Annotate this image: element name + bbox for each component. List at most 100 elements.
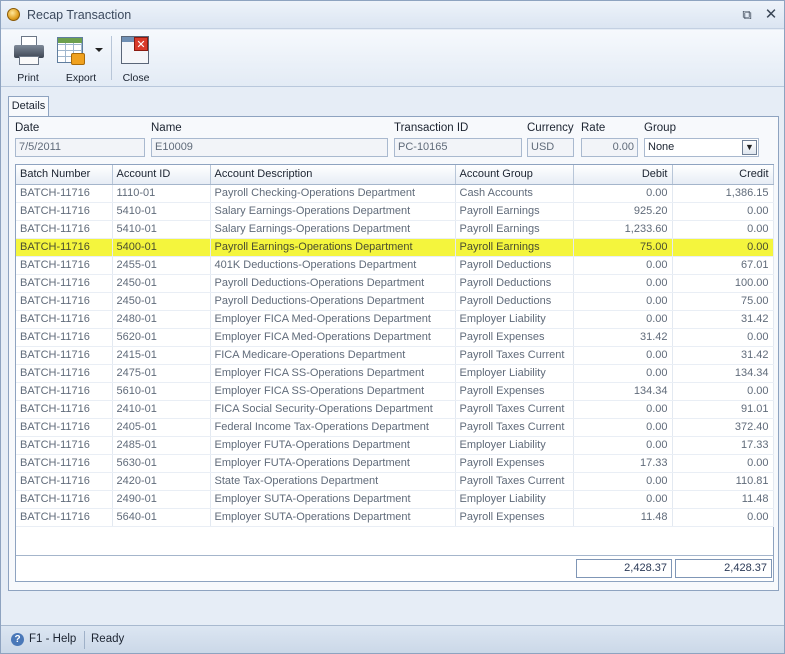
- table-row[interactable]: BATCH-11716 2410-01 FICA Social Security-O…: [16, 400, 774, 419]
- table-row[interactable]: BATCH-11716 5400-01 Payroll Earnings-Opera…: [16, 238, 774, 257]
- credit-cell: 0.00: [672, 238, 774, 257]
- currency-field[interactable]: USD: [527, 138, 574, 157]
- column-header-account-description[interactable]: Account Description: [210, 165, 456, 185]
- credit-cell: 17.33: [672, 436, 774, 455]
- debit-cell: 31.42: [573, 328, 673, 347]
- account-description-cell: Employer SUTA-Operations Department: [210, 490, 456, 509]
- account-id-cell: 5410-01: [112, 220, 211, 239]
- rate-field[interactable]: 0.00: [581, 138, 638, 157]
- table-row[interactable]: BATCH-11716 1110-01 Payroll Checking-Opera…: [16, 184, 774, 203]
- print-button[interactable]: Print: [7, 32, 49, 84]
- recap-table: Batch Number Account ID Account Descript…: [16, 165, 774, 527]
- name-field[interactable]: E10009: [151, 138, 388, 157]
- toolbar: Print Export ✕ Close: [1, 30, 784, 87]
- batch-number-cell: BATCH-11716: [16, 346, 113, 365]
- batch-number-cell: BATCH-11716: [16, 220, 113, 239]
- total-debit: 2,428.37: [576, 559, 672, 578]
- date-field[interactable]: 7/5/2011: [15, 138, 145, 157]
- account-id-cell: 2450-01: [112, 274, 211, 293]
- status-divider: [84, 631, 85, 649]
- tab-details[interactable]: Details: [8, 96, 49, 117]
- account-group-cell: Employer Liability: [455, 310, 574, 329]
- account-description-cell: Employer FUTA-Operations Department: [210, 436, 456, 455]
- close-button[interactable]: ✕ Close: [115, 32, 157, 84]
- close-window-icon[interactable]: ✕: [762, 6, 780, 24]
- debit-cell: 11.48: [573, 508, 673, 527]
- restore-icon[interactable]: ⧉: [738, 6, 756, 24]
- group-select-value: None: [648, 141, 675, 153]
- table-row[interactable]: BATCH-11716 5630-01 Employer FUTA-Operatio…: [16, 454, 774, 473]
- table-row[interactable]: BATCH-11716 2450-01 Payroll Deductions-Ope…: [16, 274, 774, 293]
- account-id-cell: 2490-01: [112, 490, 211, 509]
- name-label: Name: [151, 122, 182, 134]
- debit-cell: 0.00: [573, 184, 673, 203]
- column-header-credit[interactable]: Credit: [672, 165, 774, 185]
- table-row[interactable]: BATCH-11716 2490-01 Employer SUTA-Operatio…: [16, 490, 774, 509]
- batch-number-cell: BATCH-11716: [16, 472, 113, 491]
- table-row[interactable]: BATCH-11716 2450-01 Payroll Deductions-Ope…: [16, 292, 774, 311]
- account-id-cell: 2485-01: [112, 436, 211, 455]
- account-description-cell: Payroll Deductions-Operations Department: [210, 292, 456, 311]
- column-header-account-group[interactable]: Account Group: [455, 165, 574, 185]
- total-credit: 2,428.37: [675, 559, 772, 578]
- credit-cell: 110.81: [672, 472, 774, 491]
- account-id-cell: 1110-01: [112, 184, 211, 203]
- table-row[interactable]: BATCH-11716 2480-01 Employer FICA Med-Oper…: [16, 310, 774, 329]
- debit-cell: 0.00: [573, 400, 673, 419]
- group-label: Group: [644, 122, 676, 134]
- account-id-cell: 2410-01: [112, 400, 211, 419]
- batch-number-cell: BATCH-11716: [16, 508, 113, 527]
- transaction-id-field[interactable]: PC-10165: [394, 138, 522, 157]
- window-title: Recap Transaction: [27, 8, 132, 22]
- account-id-cell: 2415-01: [112, 346, 211, 365]
- table-row[interactable]: BATCH-11716 2455-01 401K Deductions-Operat…: [16, 256, 774, 275]
- account-description-cell: Payroll Deductions-Operations Department: [210, 274, 456, 293]
- table-row[interactable]: BATCH-11716 5640-01 Employer SUTA-Operatio…: [16, 508, 774, 527]
- account-description-cell: Employer SUTA-Operations Department: [210, 508, 456, 527]
- table-row[interactable]: BATCH-11716 2405-01 Federal Income Tax-Ope…: [16, 418, 774, 437]
- export-button[interactable]: Export: [53, 32, 109, 84]
- account-group-cell: Payroll Earnings: [455, 202, 574, 221]
- account-description-cell: Employer FICA SS-Operations Department: [210, 364, 456, 383]
- account-group-cell: Payroll Expenses: [455, 508, 574, 527]
- table-row[interactable]: BATCH-11716 2415-01 FICA Medicare-Operatio…: [16, 346, 774, 365]
- account-group-cell: Employer Liability: [455, 436, 574, 455]
- recap-grid[interactable]: Batch Number Account ID Account Descript…: [15, 164, 774, 582]
- column-header-debit[interactable]: Debit: [573, 165, 673, 185]
- help-label[interactable]: F1 - Help: [29, 633, 76, 645]
- account-group-cell: Payroll Expenses: [455, 382, 574, 401]
- table-row[interactable]: BATCH-11716 5410-01 Salary Earnings-Operat…: [16, 220, 774, 239]
- table-row[interactable]: BATCH-11716 2420-01 State Tax-Operations D…: [16, 472, 774, 491]
- credit-cell: 91.01: [672, 400, 774, 419]
- table-row[interactable]: BATCH-11716 2475-01 Employer FICA SS-Opera…: [16, 364, 774, 383]
- batch-number-cell: BATCH-11716: [16, 454, 113, 473]
- group-select[interactable]: None ▼: [644, 138, 759, 157]
- account-id-cell: 2480-01: [112, 310, 211, 329]
- credit-cell: 1,386.15: [672, 184, 774, 203]
- credit-cell: 0.00: [672, 202, 774, 221]
- batch-number-cell: BATCH-11716: [16, 382, 113, 401]
- account-description-cell: FICA Medicare-Operations Department: [210, 346, 456, 365]
- column-header-batch-number[interactable]: Batch Number: [16, 165, 113, 185]
- help-icon[interactable]: ?: [11, 633, 24, 646]
- debit-cell: 0.00: [573, 490, 673, 509]
- batch-number-cell: BATCH-11716: [16, 274, 113, 293]
- table-row[interactable]: BATCH-11716 5610-01 Employer FICA SS-Opera…: [16, 382, 774, 401]
- export-label: Export: [65, 72, 97, 84]
- table-row[interactable]: BATCH-11716 5410-01 Salary Earnings-Operat…: [16, 202, 774, 221]
- account-id-cell: 2475-01: [112, 364, 211, 383]
- account-group-cell: Payroll Taxes Current: [455, 418, 574, 437]
- account-group-cell: Payroll Expenses: [455, 454, 574, 473]
- table-row[interactable]: BATCH-11716 2485-01 Employer FUTA-Operatio…: [16, 436, 774, 455]
- title-bar: Recap Transaction ⧉ ✕: [1, 1, 784, 29]
- debit-cell: 0.00: [573, 364, 673, 383]
- chevron-down-icon[interactable]: [95, 48, 103, 52]
- rate-label: Rate: [581, 122, 606, 134]
- column-header-account-id[interactable]: Account ID: [112, 165, 211, 185]
- account-group-cell: Payroll Deductions: [455, 274, 574, 293]
- account-description-cell: Salary Earnings-Operations Department: [210, 220, 456, 239]
- account-group-cell: Cash Accounts: [455, 184, 574, 203]
- debit-cell: 0.00: [573, 292, 673, 311]
- chevron-down-icon[interactable]: ▼: [742, 140, 757, 155]
- table-row[interactable]: BATCH-11716 5620-01 Employer FICA Med-Oper…: [16, 328, 774, 347]
